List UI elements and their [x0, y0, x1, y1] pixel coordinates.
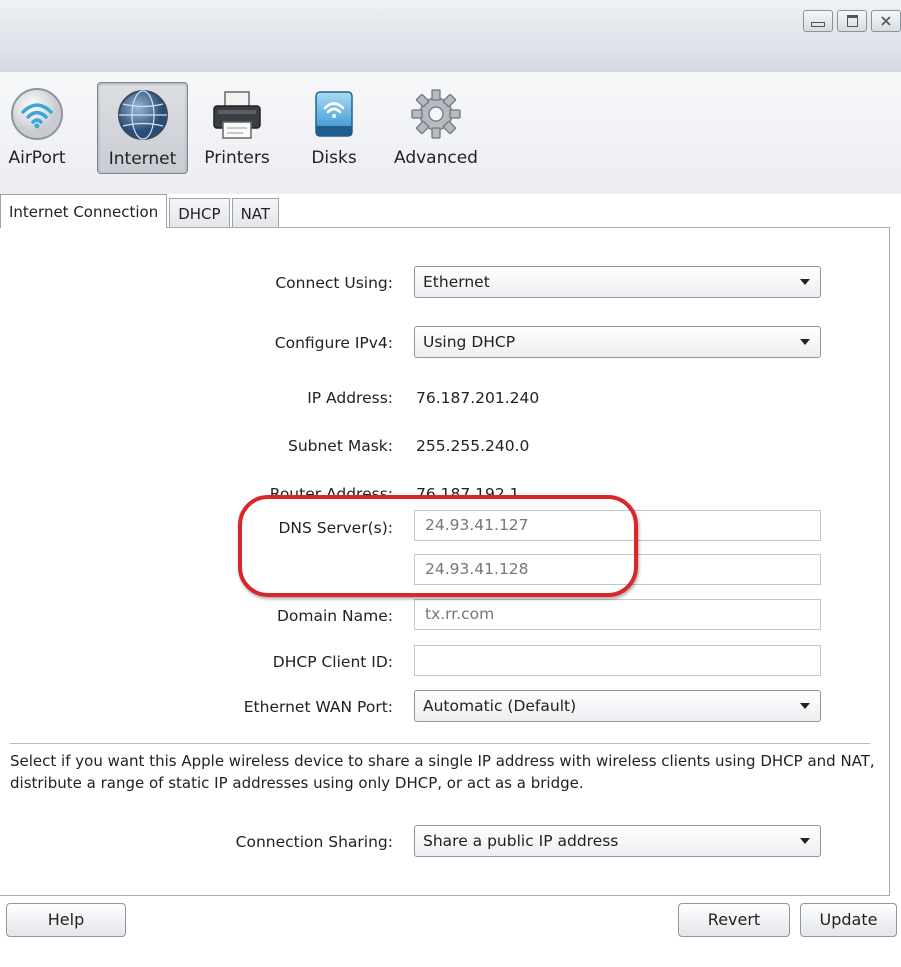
dns-servers-label: DNS Server(s): [278, 519, 393, 537]
chevron-down-icon [800, 703, 810, 709]
chevron-down-icon [800, 339, 810, 345]
printer-icon [209, 86, 265, 142]
subnet-mask-value: 255.255.240.0 [416, 437, 530, 455]
ethernet-wan-port-select[interactable]: Automatic (Default) [414, 690, 821, 722]
toolbar-advanced[interactable]: Advanced [386, 86, 486, 168]
toolbar-disks-label: Disks [311, 148, 357, 168]
configure-ipv4-value: Using DHCP [423, 333, 516, 351]
close-icon [881, 16, 891, 26]
connection-sharing-description: Select if you want this Apple wireless d… [10, 752, 875, 792]
toolbar-advanced-label: Advanced [394, 148, 478, 168]
globe-icon [115, 87, 171, 143]
title-bar [0, 0, 901, 73]
subnet-mask-label: Subnet Mask: [287, 437, 393, 455]
toolbar-printers-label: Printers [204, 148, 270, 168]
tab-internet-connection[interactable]: Internet Connection [0, 194, 168, 228]
toolbar-disks[interactable]: Disks [296, 86, 372, 168]
dns-secondary-field[interactable]: 24.93.41.128 [414, 554, 821, 585]
toolbar: AirPort Internet Printers Disks Advanced [0, 72, 901, 194]
ip-address-label: IP Address: [307, 389, 393, 407]
window-controls [803, 10, 901, 32]
ethernet-wan-port-label: Ethernet WAN Port: [243, 698, 393, 716]
toolbar-internet[interactable]: Internet [97, 82, 188, 174]
disk-icon [306, 86, 362, 142]
configure-ipv4-label: Configure IPv4: [274, 334, 393, 352]
gear-icon [408, 86, 464, 142]
airport-wifi-icon [9, 86, 65, 142]
tab-nat[interactable]: NAT [231, 198, 280, 228]
tab-bar: Internet Connection DHCP NAT [0, 194, 281, 228]
toolbar-internet-label: Internet [108, 149, 177, 169]
router-address-value: 76.187.192.1 [416, 485, 520, 503]
connection-sharing-select[interactable]: Share a public IP address [414, 825, 821, 857]
connect-using-label: Connect Using: [275, 274, 393, 292]
domain-name-label: Domain Name: [276, 607, 393, 625]
connect-using-select[interactable]: Ethernet [414, 266, 821, 298]
dns-primary-field[interactable]: 24.93.41.127 [414, 510, 821, 541]
connection-sharing-value: Share a public IP address [423, 832, 619, 850]
domain-name-field[interactable]: tx.rr.com [414, 599, 821, 630]
section-divider [10, 743, 870, 744]
chevron-down-icon [800, 279, 810, 285]
chevron-down-icon [800, 838, 810, 844]
help-button[interactable]: Help [6, 903, 126, 937]
minimize-button[interactable] [803, 10, 833, 32]
tab-dhcp[interactable]: DHCP [169, 198, 230, 228]
toolbar-printers[interactable]: Printers [196, 86, 278, 168]
toolbar-airport[interactable]: AirPort [0, 86, 74, 168]
toolbar-airport-label: AirPort [8, 148, 66, 168]
ethernet-wan-port-value: Automatic (Default) [423, 697, 577, 715]
settings-panel: Connect Using: Ethernet Configure IPv4: … [0, 227, 890, 896]
router-address-label: Router Address: [269, 485, 393, 503]
configure-ipv4-select[interactable]: Using DHCP [414, 326, 821, 358]
minimize-icon [811, 21, 825, 27]
maximize-icon [846, 15, 858, 27]
close-button[interactable] [871, 10, 901, 32]
revert-button[interactable]: Revert [678, 903, 790, 937]
dhcp-client-id-label: DHCP Client ID: [272, 653, 393, 671]
ip-address-value: 76.187.201.240 [416, 389, 540, 407]
maximize-button[interactable] [837, 10, 867, 32]
connection-sharing-label: Connection Sharing: [235, 833, 393, 851]
update-button[interactable]: Update [800, 903, 897, 937]
dhcp-client-id-field[interactable] [414, 645, 821, 676]
connect-using-value: Ethernet [423, 273, 490, 291]
